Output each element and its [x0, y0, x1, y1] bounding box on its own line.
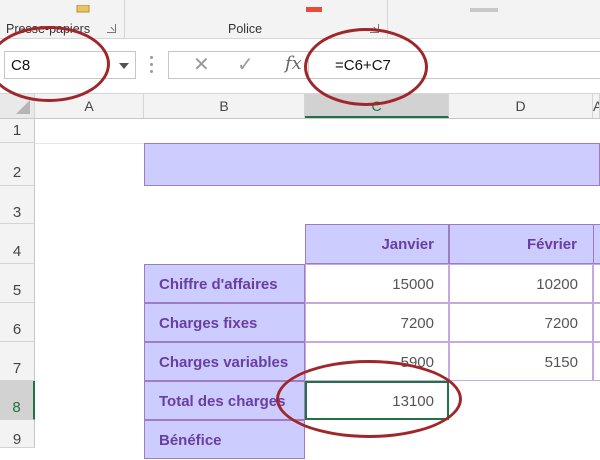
- chevron-down-icon[interactable]: [119, 63, 129, 69]
- column-header-c[interactable]: C: [305, 94, 449, 118]
- month-header-janvier[interactable]: Janvier: [305, 224, 449, 264]
- formula-text: =C6+C7: [335, 57, 391, 74]
- row-header-4[interactable]: 4: [0, 224, 35, 264]
- column-header-e[interactable]: A: [593, 94, 600, 118]
- row-label-total-charges[interactable]: Total des charges: [144, 381, 305, 420]
- name-box[interactable]: C8: [4, 51, 136, 79]
- cell-c7[interactable]: 5900: [305, 342, 449, 381]
- insert-function-icon[interactable]: fx: [285, 53, 302, 74]
- cell-c5[interactable]: 15000: [305, 264, 449, 303]
- row-label-chiffre-affaires[interactable]: Chiffre d'affaires: [144, 264, 305, 303]
- cell-c8-selected[interactable]: 13100: [305, 381, 449, 420]
- formula-buttons: ✕ ✓ fx: [168, 51, 308, 79]
- drag-handle-icon[interactable]: [150, 56, 154, 76]
- cell-e7-partial[interactable]: [593, 342, 600, 381]
- cell-e4-partial[interactable]: [593, 224, 600, 264]
- cancel-icon[interactable]: ✕: [193, 54, 210, 76]
- ribbon: Presse-papiers Police: [0, 0, 600, 39]
- cell-e5-partial[interactable]: [593, 264, 600, 303]
- row-header-2[interactable]: 2: [0, 143, 35, 186]
- column-header-row: A B C D A: [0, 94, 600, 119]
- clipboard-launcher-icon[interactable]: [107, 24, 116, 33]
- row-header-8[interactable]: 8: [0, 381, 35, 420]
- row-header-6[interactable]: 6: [0, 303, 35, 342]
- row-label-charges-fixes[interactable]: Charges fixes: [144, 303, 305, 342]
- formula-input[interactable]: =C6+C7: [308, 51, 600, 79]
- select-all-corner[interactable]: [0, 94, 35, 118]
- name-box-value: C8: [11, 57, 31, 74]
- row-header-1[interactable]: 1: [0, 119, 35, 143]
- ribbon-button-icon[interactable]: [470, 0, 498, 12]
- cell-d5[interactable]: 10200: [449, 264, 593, 303]
- ribbon-separator: [124, 0, 125, 38]
- column-header-a[interactable]: A: [35, 94, 144, 118]
- row-header-9[interactable]: 9: [0, 420, 35, 448]
- title-band-cell[interactable]: [144, 143, 600, 186]
- cell-c6[interactable]: 7200: [305, 303, 449, 342]
- row-label-benefice[interactable]: Bénéfice: [144, 420, 305, 459]
- font-color-icon[interactable]: [306, 0, 322, 12]
- row-header-5[interactable]: 5: [0, 264, 35, 303]
- row-header-7[interactable]: 7: [0, 342, 35, 381]
- row-label-charges-variables[interactable]: Charges variables: [144, 342, 305, 381]
- ribbon-separator: [387, 0, 388, 38]
- column-header-b[interactable]: B: [144, 94, 305, 118]
- cell-d6[interactable]: 7200: [449, 303, 593, 342]
- formula-bar-row: C8 ✕ ✓ fx =C6+C7: [0, 39, 600, 94]
- row-header-3[interactable]: 3: [0, 186, 35, 224]
- enter-icon[interactable]: ✓: [237, 54, 254, 76]
- column-header-d[interactable]: D: [449, 94, 593, 118]
- ribbon-group-clipboard-label: Presse-papiers: [6, 22, 91, 36]
- paste-icon[interactable]: [76, 0, 90, 13]
- cell-e6-partial[interactable]: [593, 303, 600, 342]
- month-header-fevrier[interactable]: Février: [449, 224, 600, 264]
- font-launcher-icon[interactable]: [370, 24, 379, 33]
- cell-d7[interactable]: 5150: [449, 342, 593, 381]
- ribbon-group-font-label: Police: [228, 22, 263, 36]
